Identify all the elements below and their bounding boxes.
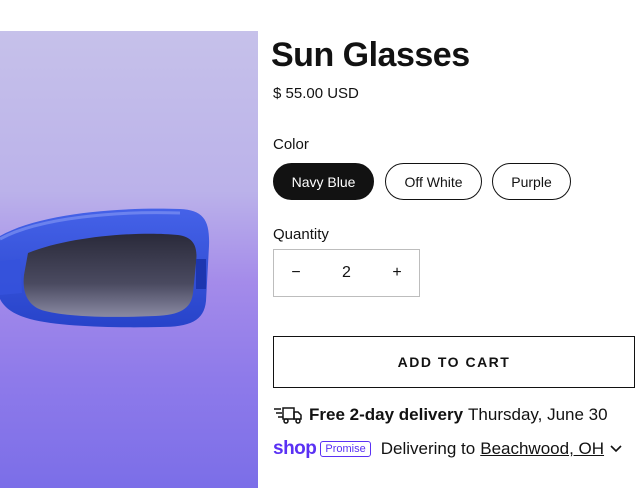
product-image[interactable] [0, 31, 258, 488]
color-option-navy-blue[interactable]: Navy Blue [273, 163, 374, 200]
add-to-cart-button[interactable]: ADD TO CART [273, 336, 635, 388]
color-label: Color [273, 136, 309, 153]
delivery-location-link[interactable]: Beachwood, OH [480, 439, 604, 459]
quantity-stepper: − 2 + [273, 249, 420, 297]
shop-promise-row: shop Promise Delivering to Beachwood, OH [273, 438, 622, 460]
chevron-down-icon[interactable] [610, 445, 622, 453]
quantity-decrease-button[interactable]: − [274, 250, 318, 296]
delivery-info: Free 2-day delivery Thursday, June 30 [273, 405, 608, 425]
product-price: $ 55.00 USD [273, 85, 359, 102]
delivery-bold-text: Free 2-day delivery [309, 405, 464, 424]
quantity-value[interactable]: 2 [318, 264, 375, 282]
color-option-purple[interactable]: Purple [492, 163, 571, 200]
product-info: Sun Glasses $ 55.00 USD Color Navy Blue … [271, 0, 642, 488]
sunglasses-image [0, 208, 210, 328]
quantity-increase-button[interactable]: + [375, 250, 419, 296]
shop-logo: shop [273, 438, 317, 459]
truck-icon [274, 407, 302, 424]
promise-badge: Promise [320, 441, 371, 457]
product-title: Sun Glasses [271, 36, 470, 74]
quantity-label: Quantity [273, 226, 329, 243]
color-option-off-white[interactable]: Off White [385, 163, 482, 200]
delivering-to-text: Delivering to [380, 439, 476, 458]
delivery-date: Thursday, June 30 [468, 405, 608, 424]
